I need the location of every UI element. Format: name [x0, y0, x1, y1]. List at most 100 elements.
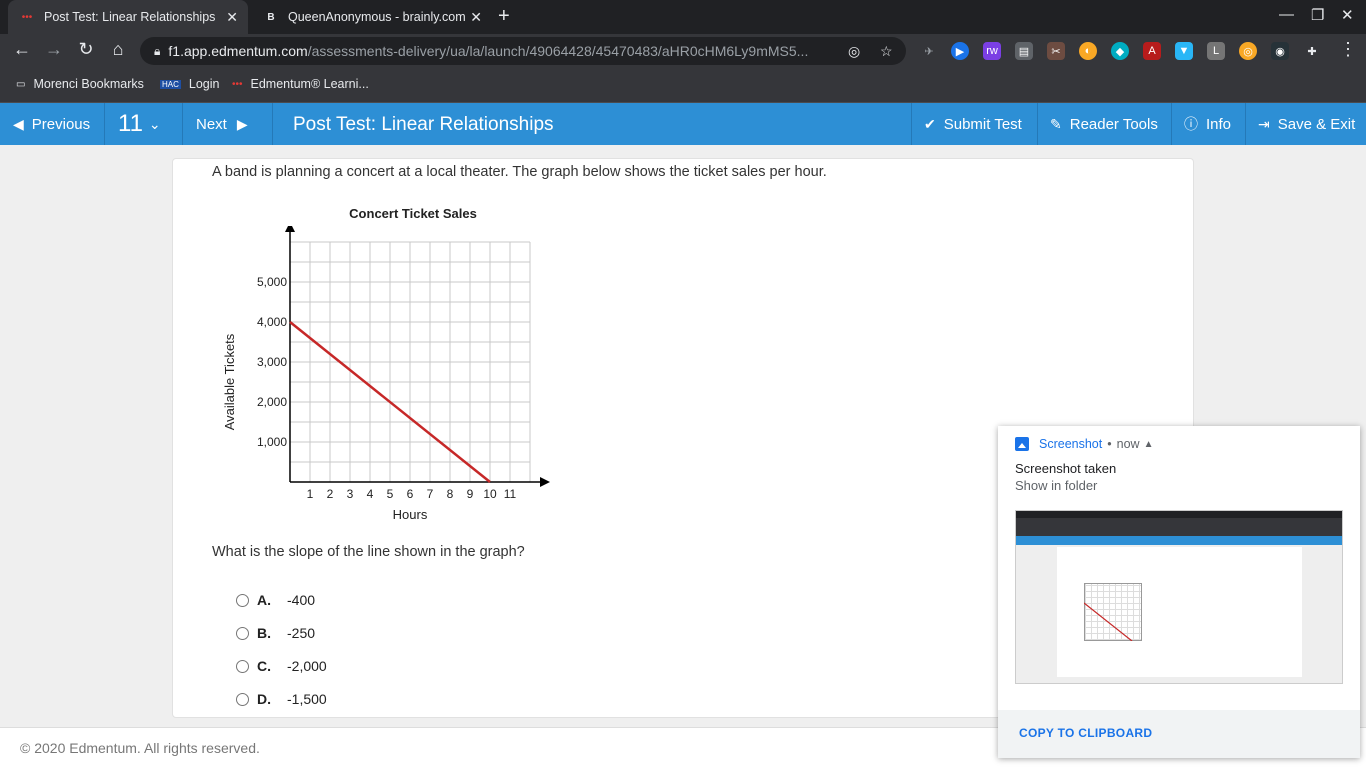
- page-title: Post Test: Linear Relationships: [293, 114, 554, 135]
- save-exit-button[interactable]: ⇥ Save & Exit: [1246, 103, 1366, 145]
- forward-icon[interactable]: →: [42, 39, 66, 60]
- x-tick-label: 4: [367, 487, 374, 501]
- next-label: Next: [196, 115, 227, 133]
- puzzle-icon[interactable]: ✚: [1303, 42, 1321, 60]
- option-letter: C.: [257, 658, 271, 674]
- bookmark-folder-morenci[interactable]: ▭ Morenci Bookmarks: [16, 77, 144, 91]
- close-tab-icon[interactable]: ✕: [470, 9, 482, 26]
- browser-toolbar: ← → ↻ ⌂ 🔒︎ f1.app.edmentum.com/assessmen…: [0, 34, 1366, 68]
- notification-header[interactable]: Screenshot • now ▲: [1015, 437, 1153, 451]
- rocket-extension-icon[interactable]: ✈: [920, 42, 938, 60]
- option-c[interactable]: C. -2,000: [236, 656, 327, 676]
- reader-tools-button[interactable]: ✎ Reader Tools: [1037, 103, 1172, 145]
- reader-tools-label: Reader Tools: [1069, 115, 1158, 133]
- bookmark-edmentum[interactable]: ••• Edmentum® Learni...: [232, 77, 369, 91]
- y-tick-label: 5,000: [257, 275, 287, 289]
- shield-extension-icon[interactable]: ◆: [1111, 42, 1129, 60]
- tab-post-test[interactable]: ••• Post Test: Linear Relationships ✕: [8, 0, 248, 34]
- x-tick-label: 6: [407, 487, 414, 501]
- url-path: /assessments-delivery/ua/la/launch/49064…: [307, 43, 809, 59]
- reload-icon[interactable]: ↻: [74, 39, 98, 60]
- bookmarks-bar: ▭ Morenci Bookmarks HAC Login ••• Edment…: [0, 68, 1366, 103]
- dark-extension-icon[interactable]: ◉: [1271, 42, 1289, 60]
- y-tick-label: 1,000: [257, 435, 287, 449]
- tab-brainly[interactable]: B QueenAnonymous - brainly.com ✕: [252, 0, 492, 34]
- wrench-icon: ✎: [1050, 115, 1062, 132]
- tab-title: Post Test: Linear Relationships: [44, 10, 216, 24]
- option-value: -250: [287, 625, 316, 641]
- notification-app: Screenshot: [1039, 437, 1103, 451]
- menu-dots-icon[interactable]: ⋮: [1336, 39, 1360, 60]
- info-button[interactable]: ⓘ Info: [1172, 103, 1246, 145]
- x-tick-label: 8: [447, 487, 454, 501]
- restore-icon[interactable]: ❐: [1311, 6, 1324, 24]
- bookmark-extension-icon[interactable]: ▼: [1175, 42, 1193, 60]
- l-extension-icon[interactable]: L: [1207, 42, 1225, 60]
- option-letter: B.: [257, 625, 271, 641]
- x-tick-label: 5: [387, 487, 394, 501]
- show-in-folder-link[interactable]: Show in folder: [1015, 478, 1097, 493]
- address-bar[interactable]: 🔒︎ f1.app.edmentum.com/assessments-deliv…: [140, 37, 906, 65]
- close-tab-icon[interactable]: ✕: [226, 9, 238, 26]
- bookmark-star-icon[interactable]: ☆: [880, 43, 893, 60]
- option-a[interactable]: A. -400: [236, 590, 315, 610]
- copyright-text: © 2020 Edmentum. All rights reserved.: [20, 740, 260, 756]
- option-b[interactable]: B. -250: [236, 623, 315, 643]
- next-button[interactable]: Next ▶: [183, 103, 273, 145]
- radio-button[interactable]: [236, 593, 249, 607]
- back-icon[interactable]: ←: [10, 39, 34, 60]
- info-label: Info: [1206, 115, 1232, 133]
- submit-label: Submit Test: [943, 115, 1022, 133]
- copy-to-clipboard-button[interactable]: COPY TO CLIPBOARD: [1019, 726, 1152, 740]
- play-extension-icon[interactable]: ▶: [951, 42, 969, 60]
- compass-extension-icon[interactable]: ◐: [1079, 42, 1097, 60]
- chart-title: Concert Ticket Sales: [349, 206, 477, 221]
- notification-actions: COPY TO CLIPBOARD: [998, 710, 1360, 758]
- x-axis-arrow-icon: [540, 477, 550, 487]
- question-number-dropdown[interactable]: 11 ⌄: [105, 103, 183, 145]
- option-d[interactable]: D. -1,500: [236, 689, 327, 709]
- new-tab-icon[interactable]: +: [498, 5, 510, 28]
- option-letter: D.: [257, 691, 271, 707]
- radio-button[interactable]: [236, 692, 249, 706]
- bookmark-label: Login: [188, 77, 220, 91]
- radio-button[interactable]: [236, 659, 249, 673]
- screenshot-notification: Screenshot • now ▲ Screenshot taken Show…: [998, 426, 1360, 758]
- submit-test-button[interactable]: ✔ Submit Test: [911, 103, 1037, 145]
- minimize-icon[interactable]: —: [1279, 6, 1294, 23]
- option-letter: A.: [257, 592, 271, 608]
- check-circle-icon: ✔: [924, 115, 936, 132]
- question-ask: What is the slope of the line shown in t…: [212, 544, 525, 560]
- previous-button[interactable]: ◀ Previous: [0, 103, 105, 145]
- info-icon: ⓘ: [1184, 116, 1198, 132]
- option-value: -1,500: [287, 691, 327, 707]
- notification-title: Screenshot taken: [1015, 461, 1117, 476]
- edmentum-favicon-icon: •••: [21, 11, 33, 23]
- home-icon[interactable]: ⌂: [106, 39, 130, 60]
- close-window-icon[interactable]: ✕: [1341, 6, 1354, 24]
- x-tick-label: 3: [347, 487, 354, 501]
- url-host: f1.app.edmentum.com: [168, 43, 308, 59]
- arrow-right-circle-icon: ▶: [236, 115, 248, 132]
- option-value: -2,000: [287, 658, 327, 674]
- test-header: ◀ Previous 11 ⌄ Next ▶ Post Test: Linear…: [0, 103, 1366, 145]
- option-value: -400: [287, 592, 316, 608]
- rw-extension-icon[interactable]: rw: [983, 42, 1001, 60]
- y-axis-arrow-icon: [285, 226, 295, 232]
- y-tick-label: 3,000: [257, 355, 287, 369]
- x-tick-label: 2: [327, 487, 334, 501]
- save-exit-label: Save & Exit: [1277, 115, 1356, 133]
- x-axis-label: Hours: [393, 507, 428, 522]
- location-icon[interactable]: ◎: [848, 43, 860, 60]
- arrow-left-circle-icon: ◀: [13, 115, 24, 132]
- coin-extension-icon[interactable]: ◎: [1239, 42, 1257, 60]
- radio-button[interactable]: [236, 626, 249, 640]
- screenshot-thumbnail[interactable]: [1015, 510, 1343, 684]
- pdf-extension-icon[interactable]: A: [1143, 42, 1161, 60]
- bookmark-login[interactable]: HAC Login: [160, 77, 219, 91]
- y-tick-label: 2,000: [257, 395, 287, 409]
- chevron-up-icon[interactable]: ▲: [1144, 439, 1154, 450]
- docs-extension-icon[interactable]: ▤: [1015, 42, 1033, 60]
- x-tick-label: 11: [504, 487, 517, 501]
- scissors-extension-icon[interactable]: ✂: [1047, 42, 1065, 60]
